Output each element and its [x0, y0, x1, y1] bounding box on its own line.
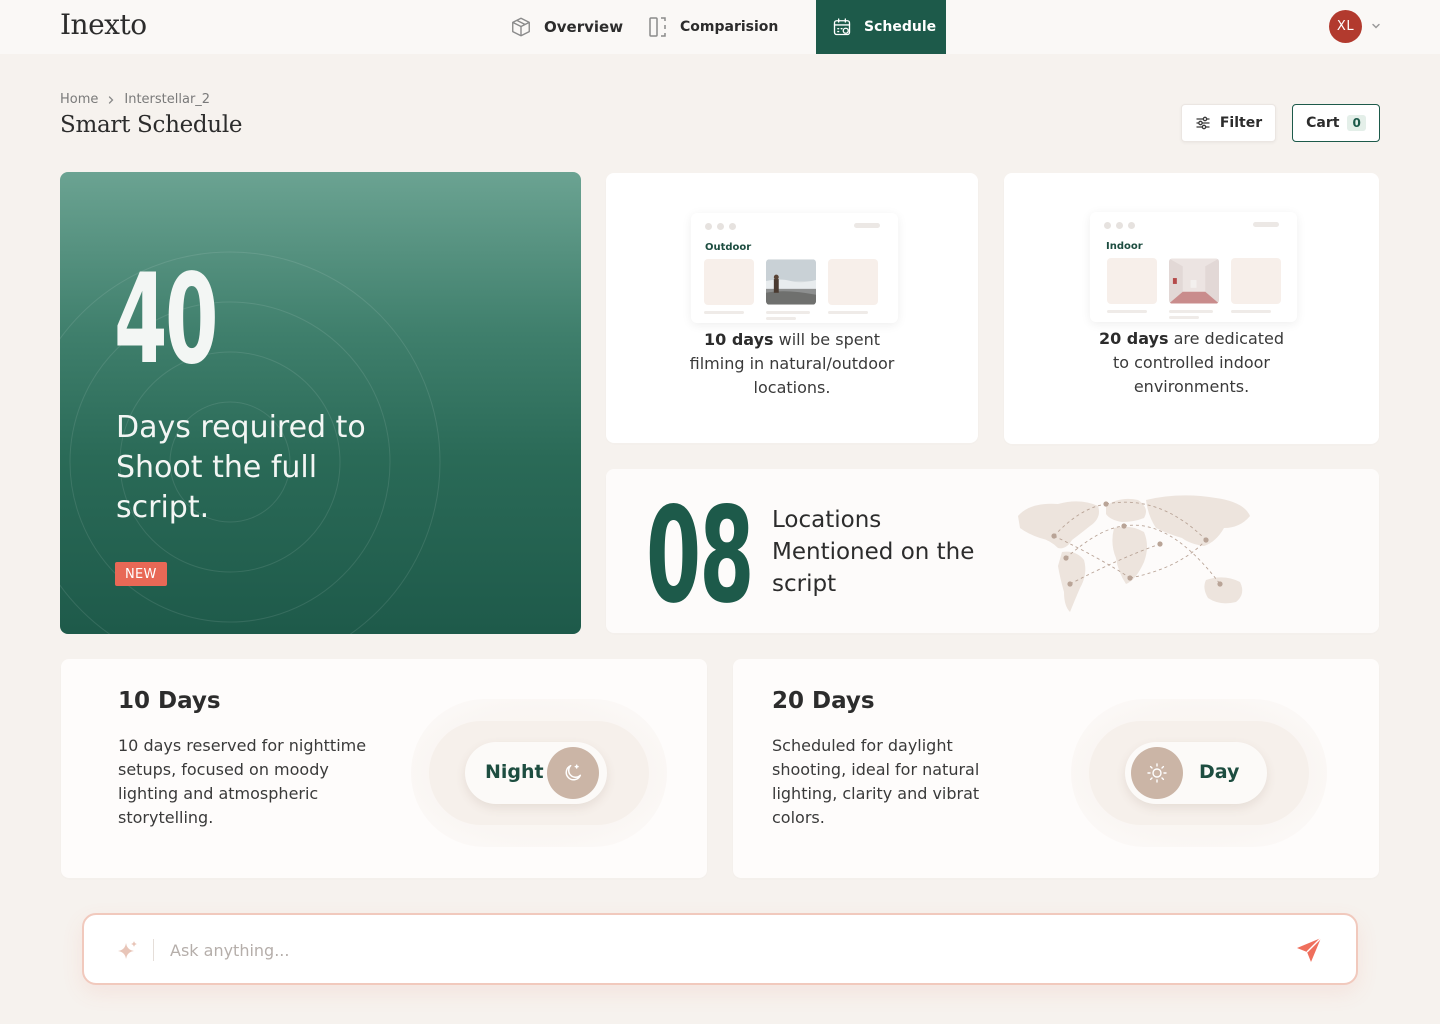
chevron-down-icon[interactable]	[1370, 20, 1382, 32]
new-badge: NEW	[115, 562, 167, 586]
moon-icon	[565, 764, 582, 781]
cart-count-badge: 0	[1347, 115, 1366, 131]
send-icon[interactable]	[1294, 935, 1324, 965]
beach-photo-thumbnail	[766, 259, 816, 305]
night-toggle-knob[interactable]	[547, 747, 599, 799]
nav-item-overview[interactable]: Overview	[494, 0, 634, 54]
locations-text: Locations Mentioned on the script	[772, 507, 975, 597]
ask-input[interactable]	[170, 933, 1270, 967]
indoor-preview-mockup: Indoor	[1090, 212, 1297, 322]
nav-label-overview: Overview	[544, 18, 624, 36]
outdoor-days-highlight: 10 days	[704, 330, 774, 349]
sun-icon	[1147, 763, 1167, 783]
day-days-title: 20 Days	[772, 688, 875, 714]
indoor-days-card[interactable]: Indoor 20 days are dedicated to controll…	[1004, 173, 1379, 444]
sparkle-icon	[118, 941, 137, 959]
day-days-description: Scheduled for daylight shooting, ideal f…	[772, 736, 980, 827]
filter-button[interactable]: Filter	[1181, 104, 1276, 142]
day-days-card[interactable]: 20 Days Scheduled for daylight shooting,…	[733, 659, 1379, 878]
day-toggle-knob[interactable]	[1131, 747, 1183, 799]
night-toggle[interactable]: Night	[465, 742, 607, 804]
locations-count: 08	[646, 479, 754, 633]
app-logo[interactable]: Inexto	[60, 8, 147, 41]
preview-tile	[1231, 258, 1281, 304]
total-days-number: 40	[114, 248, 219, 392]
indoor-mock-label: Indoor	[1106, 241, 1143, 252]
nav-item-comparision[interactable]: Comparision	[634, 0, 816, 54]
cube-icon	[512, 17, 530, 37]
chevron-right-icon	[109, 95, 114, 104]
indoor-days-highlight: 20 days	[1098, 329, 1169, 348]
calendar-icon	[833, 18, 851, 36]
preview-tile	[828, 259, 878, 305]
filter-label: Filter	[1219, 115, 1263, 131]
window-dots	[705, 223, 736, 230]
outdoor-preview-mockup: Outdoor	[691, 213, 898, 323]
cart-button[interactable]: Cart 0	[1292, 104, 1380, 142]
breadcrumb: Home Interstellar_2	[60, 92, 210, 107]
total-days-card: 40 Days required to Shoot the full scrip…	[60, 172, 581, 634]
ask-ai-bar	[82, 913, 1358, 985]
night-days-description: 10 days reserved for nighttime setups, f…	[118, 736, 367, 827]
nav-item-schedule[interactable]: Schedule	[816, 0, 946, 54]
preview-tile	[704, 259, 754, 305]
world-map-illustration	[1018, 495, 1250, 612]
outdoor-caption: 10 days will be spent filming in natural…	[689, 330, 895, 397]
breadcrumb-current[interactable]: Interstellar_2	[124, 92, 210, 107]
night-days-card[interactable]: 10 Days 10 days reserved for nighttime s…	[61, 659, 707, 878]
night-days-title: 10 Days	[118, 688, 221, 714]
user-avatar[interactable]: XL	[1329, 10, 1362, 43]
page-title: Smart Schedule	[60, 112, 243, 138]
breadcrumb-home[interactable]: Home	[60, 92, 98, 107]
day-toggle-label: Day	[1199, 761, 1240, 783]
nav-label-schedule: Schedule	[864, 19, 937, 35]
night-toggle-label: Night	[485, 761, 544, 783]
total-days-text: Days required to Shoot the full script.	[116, 410, 366, 525]
room-photo-thumbnail	[1169, 258, 1219, 304]
main-nav: Overview Comparision Schedule	[494, 0, 946, 54]
preview-tile	[1107, 258, 1157, 304]
indoor-caption: 20 days are dedicated to controlled indo…	[1098, 329, 1285, 396]
outdoor-mock-label: Outdoor	[705, 242, 752, 253]
window-dots	[1104, 222, 1135, 229]
nav-label-comparision: Comparision	[680, 19, 779, 35]
outdoor-days-card[interactable]: Outdoor 10 days will be spent filming in…	[606, 173, 978, 443]
top-navigation-bar: Inexto Overview Comparision Schedule XL	[0, 0, 1440, 54]
day-toggle[interactable]: Day	[1125, 742, 1267, 804]
sliders-icon	[1196, 116, 1210, 130]
cart-label: Cart	[1306, 115, 1340, 131]
split-panel-icon	[649, 17, 666, 37]
